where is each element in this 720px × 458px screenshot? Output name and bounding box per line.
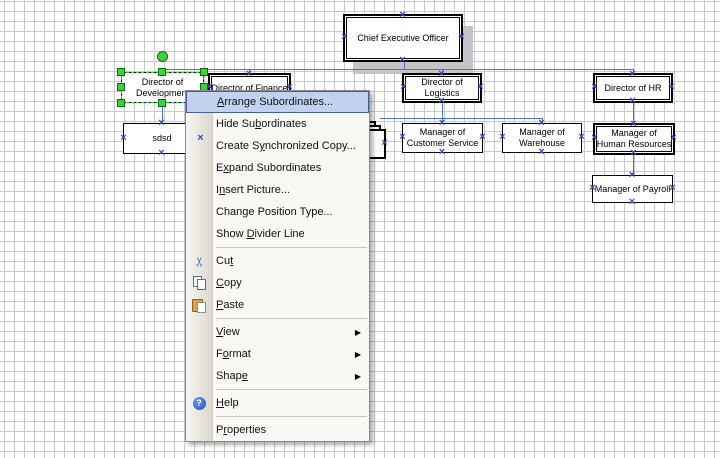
menu-item-expand-subordinates[interactable]: Expand Subordinates — [186, 157, 369, 179]
selection-handle[interactable] — [158, 99, 166, 107]
connection-point-icon — [537, 148, 546, 157]
menu-item-show-divider-line[interactable]: Show Divider Line — [186, 223, 369, 245]
selection-handle[interactable] — [117, 83, 125, 91]
connection-point-icon — [398, 11, 407, 20]
connector-line[interactable] — [442, 103, 443, 118]
org-box-manager-of-payroll[interactable]: Manager of Payroll — [592, 175, 673, 203]
connection-point-icon — [438, 148, 447, 157]
menu-item-label: Expand Subordinates — [212, 162, 321, 174]
selection-handle[interactable] — [117, 99, 125, 107]
help-icon — [186, 397, 212, 410]
menu-item-label: Paste — [212, 299, 244, 311]
submenu-arrow-icon — [355, 350, 369, 359]
connector-line[interactable] — [633, 155, 634, 175]
org-box-director-of-hr[interactable]: Director of HR — [593, 73, 673, 103]
connection-point-icon — [157, 149, 166, 158]
menu-item-label: Show Divider Line — [212, 228, 305, 240]
org-box-manager-of-customer-service[interactable]: Manager of Customer Service — [402, 123, 483, 153]
menu-item-label: Insert Picture... — [212, 184, 290, 196]
context-menu: Arrange Subordinates... Hide Subordinate… — [185, 90, 370, 442]
clipboard-icon — [186, 298, 212, 312]
connection-point-icon — [667, 83, 676, 92]
menu-item-label: Create Synchronized Copy... — [212, 140, 356, 152]
org-box-label: Manager of Human Resources — [595, 128, 673, 150]
rotation-handle-icon[interactable] — [157, 51, 168, 62]
org-box-label: Manager of Customer Service — [403, 127, 482, 149]
connection-point-icon — [628, 171, 637, 180]
scissors-icon — [186, 255, 212, 268]
menu-item-insert-picture[interactable]: Insert Picture... — [186, 179, 369, 201]
menu-item-label: Hide Subordinates — [212, 118, 307, 130]
menu-item-label: Arrange Subordinates... — [213, 96, 333, 108]
menu-item-help[interactable]: Help — [186, 392, 369, 414]
submenu-arrow-icon — [355, 328, 369, 337]
copy-pages-icon — [186, 276, 212, 290]
connection-point-icon — [119, 134, 128, 143]
menu-item-label: Properties — [212, 424, 266, 436]
selection-handle[interactable] — [200, 68, 208, 76]
selection-handle[interactable] — [117, 68, 125, 76]
menu-item-format[interactable]: Format — [186, 343, 369, 365]
menu-item-change-position-type[interactable]: Change Position Type... — [186, 201, 369, 223]
drawing-canvas[interactable]: Chief Executive Officer Director of Deve… — [0, 0, 720, 458]
org-box-label: Manager of Warehouse — [503, 127, 581, 149]
connection-point-icon — [340, 33, 349, 42]
menu-item-properties[interactable]: Properties — [186, 419, 369, 441]
menu-item-label: Copy — [212, 277, 242, 289]
menu-item-label: Format — [212, 348, 251, 360]
submenu-arrow-icon — [355, 372, 369, 381]
menu-item-arrange-subordinates[interactable]: Arrange Subordinates... — [186, 91, 369, 113]
org-box-label: Director of HR — [603, 83, 662, 94]
org-box-chief-executive-officer[interactable]: Chief Executive Officer — [343, 14, 463, 62]
org-box-label: Chief Executive Officer — [356, 33, 449, 44]
connector-line[interactable] — [162, 69, 633, 70]
org-box-manager-of-warehouse[interactable]: Manager of Warehouse — [502, 123, 582, 153]
menu-item-label: Cut — [212, 255, 233, 267]
connector-line[interactable] — [380, 118, 542, 119]
connection-point-icon — [380, 139, 389, 148]
menu-item-create-synchronized-copy[interactable]: Create Synchronized Copy... — [186, 135, 369, 157]
connector-line[interactable] — [633, 103, 634, 123]
org-box-manager-of-human-resources[interactable]: Manager of Human Resources — [593, 123, 675, 155]
menu-item-label: Help — [212, 397, 239, 409]
menu-item-cut[interactable]: Cut — [186, 250, 369, 272]
org-box-director-of-logistics[interactable]: Director of Logistics — [402, 73, 482, 103]
menu-item-label: Change Position Type... — [212, 206, 333, 218]
connection-point-icon — [590, 83, 599, 92]
menu-item-label: Shape — [212, 370, 248, 382]
menu-item-label: View — [212, 326, 240, 338]
org-box-label: Manager of Payroll — [594, 184, 672, 195]
org-box-label: Director of Logistics — [404, 77, 480, 99]
org-box-label: sdsd — [151, 133, 172, 144]
menu-item-view[interactable]: View — [186, 321, 369, 343]
connector-line[interactable] — [404, 62, 405, 69]
menu-item-copy[interactable]: Copy — [186, 272, 369, 294]
selection-handle[interactable] — [158, 68, 166, 76]
menu-item-paste[interactable]: Paste — [186, 294, 369, 316]
connection-point-icon — [628, 198, 637, 207]
menu-item-hide-subordinates[interactable]: Hide Subordinates — [186, 113, 369, 135]
menu-item-shape[interactable]: Shape — [186, 365, 369, 387]
